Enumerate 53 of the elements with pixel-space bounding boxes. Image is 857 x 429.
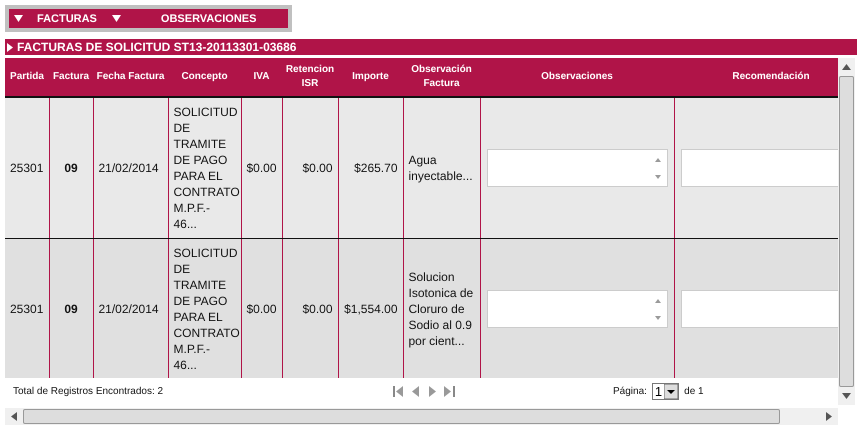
tab[interactable]: OBSERVACIONES bbox=[106, 9, 256, 28]
table-cell: SOLICITUD DE TRAMITE DE PAGO PARA EL CONTRATO M.P.F.- 46... bbox=[168, 97, 241, 238]
table-cell: $1,554.00 bbox=[338, 238, 403, 378]
column-header: Concepto bbox=[168, 58, 241, 97]
recomendacion-field[interactable] bbox=[680, 290, 838, 328]
expand-icon bbox=[7, 42, 13, 52]
column-header: Fecha Factura bbox=[93, 58, 168, 97]
column-header: IVA bbox=[241, 58, 282, 97]
vertical-scrollbar[interactable] bbox=[838, 58, 855, 405]
dropdown-arrow-icon bbox=[664, 384, 678, 399]
column-header: Partida bbox=[5, 58, 49, 97]
table-cell: $0.00 bbox=[241, 238, 282, 378]
table-cell: Solucion Isotonica de Cloruro de Sodio al 0.9 por cient... bbox=[403, 238, 480, 378]
next-page-icon[interactable] bbox=[428, 386, 436, 397]
table-cell: SOLICITUD DE TRAMITE DE PAGO PARA EL CONTRATO M.P.F.- 46... bbox=[168, 238, 241, 378]
scroll-thumb[interactable] bbox=[23, 409, 780, 424]
scroll-up-icon[interactable] bbox=[842, 64, 851, 70]
tab[interactable]: FACTURAS bbox=[9, 9, 97, 28]
table-cell: $0.00 bbox=[282, 238, 338, 378]
table-cell: 25301 bbox=[5, 97, 49, 238]
table-cell: $0.00 bbox=[282, 97, 338, 238]
last-page-icon[interactable] bbox=[444, 386, 455, 397]
column-header: Observaciones bbox=[480, 58, 674, 97]
scroll-thumb[interactable] bbox=[839, 76, 854, 387]
table-cell: $265.70 bbox=[338, 97, 403, 238]
page-count: de 1 bbox=[684, 386, 704, 397]
first-page-icon[interactable] bbox=[393, 386, 404, 397]
page-select[interactable]: 1 bbox=[652, 383, 680, 400]
scroll-right-icon[interactable] bbox=[826, 412, 832, 421]
column-header: Importe bbox=[338, 58, 403, 97]
page-label: Página: bbox=[613, 386, 647, 397]
scroll-down-icon[interactable] bbox=[842, 393, 851, 399]
column-header: Factura bbox=[49, 58, 93, 97]
table-cell: 09 bbox=[49, 238, 93, 378]
column-header: Recomendación bbox=[674, 58, 838, 97]
caret-icon bbox=[112, 15, 121, 22]
table-cell: Agua inyectable... bbox=[403, 97, 480, 238]
table-cell: 21/02/2014 bbox=[93, 238, 168, 378]
section-title: FACTURAS DE SOLICITUD ST13-20113301-03686 bbox=[17, 40, 296, 54]
horizontal-scrollbar[interactable] bbox=[5, 408, 838, 425]
table-cell: 21/02/2014 bbox=[93, 97, 168, 238]
observaciones-field[interactable] bbox=[486, 290, 668, 328]
table-cell: 25301 bbox=[5, 238, 49, 378]
table-cell: $0.00 bbox=[241, 97, 282, 238]
recomendacion-field[interactable] bbox=[680, 149, 838, 187]
column-header: Observación Factura bbox=[403, 58, 480, 97]
record-count: Total de Registros Encontrados: 2 bbox=[13, 386, 164, 397]
table-cell: 09 bbox=[49, 97, 93, 238]
observaciones-field[interactable] bbox=[486, 149, 668, 187]
column-header: Retencion ISR bbox=[282, 58, 338, 97]
scroll-left-icon[interactable] bbox=[11, 412, 17, 421]
previous-page-icon[interactable] bbox=[412, 386, 420, 397]
caret-icon bbox=[14, 15, 23, 22]
